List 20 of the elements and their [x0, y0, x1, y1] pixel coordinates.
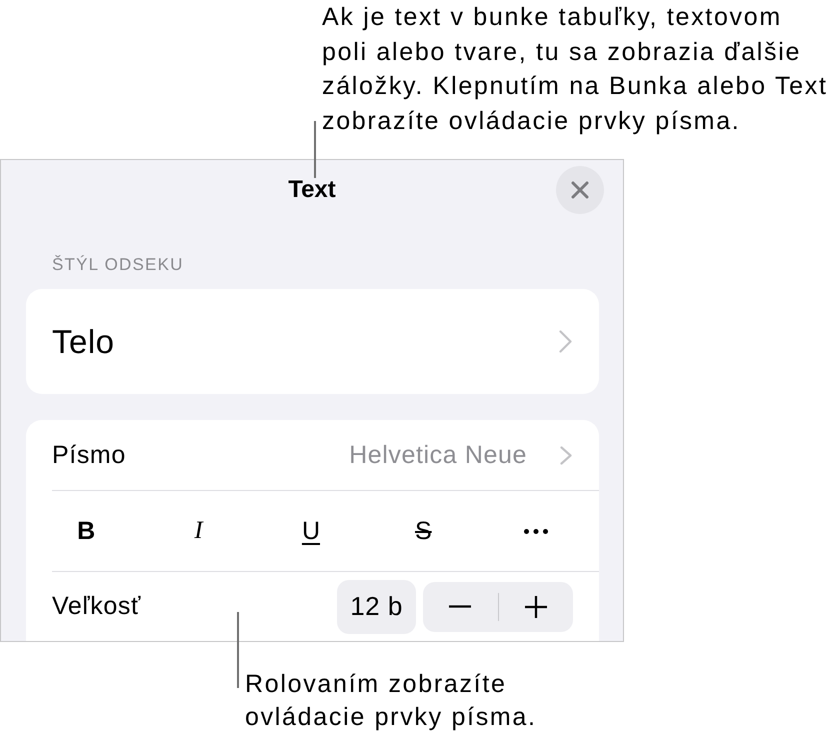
callout-text: Ak je text v bunke tabuľky, textovom poli alebo tvare, tu sa zobrazia ďalšie záložky. Klepnutím na Bunka alebo Text zobrazíte ovládacie prvky písma. [322, 2, 828, 136]
section-header: ŠTÝL ODSEKU [52, 255, 184, 275]
chevron-icon [559, 330, 572, 353]
underline-button[interactable]: U [280, 509, 341, 553]
ellipsis-icon [524, 528, 548, 534]
strikethrough-button[interactable]: S [393, 509, 454, 553]
close-icon [571, 181, 589, 199]
minus-icon [449, 605, 472, 608]
paragraph-style-button[interactable]: Telo [26, 289, 599, 394]
bold-button[interactable]: B [56, 509, 116, 553]
font-label: Písmo [52, 440, 126, 470]
leader-line [314, 121, 316, 178]
font-size-field[interactable]: 12 b [337, 580, 416, 634]
panel-title: Text [288, 176, 336, 204]
chevron-icon [560, 446, 572, 464]
close-button[interactable] [556, 166, 604, 214]
size-label: Veľkosť [52, 592, 141, 621]
italic-button[interactable]: I [168, 509, 229, 553]
plus-icon [524, 596, 547, 618]
callout-text: Rolovaním zobrazíte ovládacie prvky písma. [245, 669, 537, 733]
